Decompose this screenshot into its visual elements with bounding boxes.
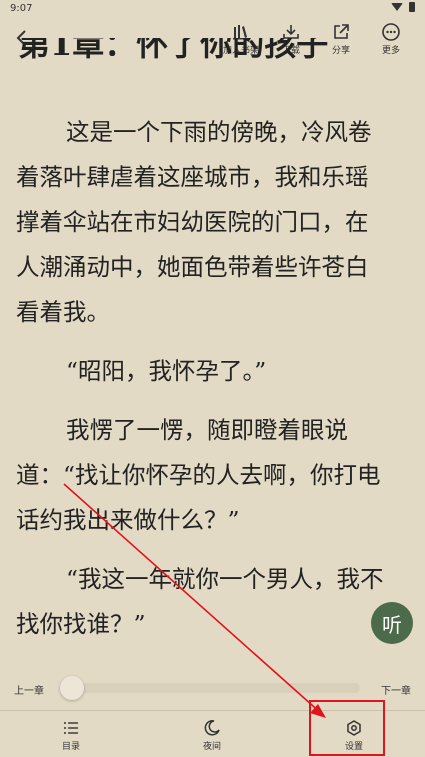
slider-thumb[interactable]	[60, 676, 84, 700]
paragraph: 我愣了一愣，随即瞪着眼说 道：“找让你怀孕的人去啊，你打电 话约我出来做什么？”	[16, 408, 411, 543]
text-line: 找你找谁？”	[16, 610, 146, 638]
paragraph: 这是一个下雨的傍晚，冷风卷 着落叶肆虐着这座城市，我和乐瑶 撑着伞站在市妇幼医院…	[16, 110, 411, 335]
paragraph: “我这一年就你一个男人，我不 找你找谁？”	[16, 557, 411, 647]
text-line: “我这一年就你一个男人，我不	[66, 565, 384, 593]
chapter-progress-slider[interactable]	[64, 683, 360, 693]
list-icon	[64, 722, 78, 734]
battery-icon	[409, 2, 415, 12]
text-line: 着落叶肆虐着这座城市，我和乐瑶	[16, 163, 369, 191]
status-time: 9:07	[10, 3, 33, 14]
text-line: 人潮涌动中，她面色带着些许苍白	[16, 253, 369, 281]
listen-button[interactable]: 听	[371, 602, 413, 644]
night-mode-label: 夜间	[202, 742, 221, 752]
night-mode-button[interactable]: 夜间	[182, 719, 242, 752]
chapter-content: 这是一个下雨的傍晚，冷风卷 着落叶肆虐着这座城市，我和乐瑶 撑着伞站在市妇幼医院…	[16, 110, 411, 647]
next-chapter-button[interactable]: 下一章	[381, 682, 411, 697]
text-line: “昭阳，我怀孕了。”	[66, 357, 267, 385]
text-line: 这是一个下雨的傍晚，冷风卷	[66, 118, 372, 146]
status-bar: 9:07	[0, 0, 425, 18]
annotation-highlight-box	[309, 700, 385, 756]
catalog-label: 目录	[61, 742, 80, 752]
text-line: 撑着伞站在市妇幼医院的门口，在	[16, 208, 369, 236]
prev-chapter-button[interactable]: 上一章	[14, 682, 44, 697]
paragraph: “昭阳，我怀孕了。”	[16, 349, 411, 394]
text-line: 看着我。	[16, 298, 110, 326]
text-line: 道：“找让你怀孕的人去啊，你打电	[16, 461, 381, 489]
chapter-title-text: 第1章：怀了你的孩子	[18, 38, 329, 63]
catalog-button[interactable]: 目录	[41, 719, 101, 752]
status-icons	[391, 2, 415, 12]
text-line: 话约我出来做什么？”	[16, 506, 240, 534]
chapter-title: 第1章：怀了你的孩子	[18, 38, 418, 68]
wifi-icon	[391, 3, 403, 11]
listen-label: 听	[382, 612, 402, 637]
text-line: 我愣了一愣，随即瞪着眼说	[66, 416, 348, 444]
moon-icon	[204, 720, 220, 736]
chapter-progress-row: 上一章 下一章	[0, 676, 425, 700]
